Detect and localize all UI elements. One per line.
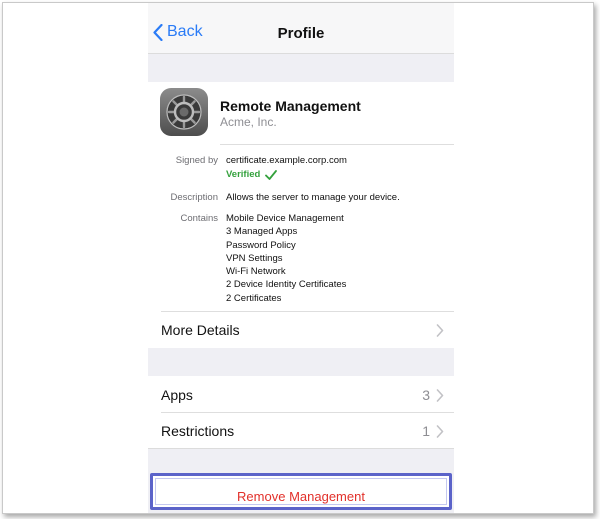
remove-management-label: Remove Management bbox=[237, 489, 365, 504]
section-spacer bbox=[148, 348, 454, 376]
chevron-right-icon bbox=[436, 389, 444, 402]
contains-item: Mobile Device Management bbox=[226, 213, 344, 224]
more-details-row[interactable]: More Details bbox=[148, 312, 454, 348]
description-value: Allows the server to manage your device. bbox=[226, 192, 400, 203]
contains-item: 2 Device Identity Certificates bbox=[226, 279, 347, 291]
profile-organization: Acme, Inc. bbox=[220, 115, 277, 129]
contains-item: VPN Settings bbox=[226, 252, 283, 264]
restrictions-row[interactable]: Restrictions 1 bbox=[148, 413, 454, 448]
section-spacer bbox=[148, 54, 454, 82]
chevron-right-icon bbox=[436, 425, 444, 438]
contains-label: Contains bbox=[180, 213, 219, 224]
apps-count: 3 bbox=[422, 387, 430, 403]
contains-item: 2 Certificates bbox=[226, 292, 282, 304]
signed-by-label: Signed by bbox=[175, 155, 218, 166]
settings-gear-icon bbox=[160, 88, 208, 136]
restrictions-count: 1 bbox=[422, 423, 430, 439]
navigation-bar: Back Profile bbox=[148, 3, 454, 54]
chevron-right-icon bbox=[436, 324, 444, 337]
signed-by-value: certificate.example.corp.com bbox=[226, 155, 347, 166]
description-label: Description bbox=[170, 192, 218, 203]
verified-label: Verified bbox=[226, 169, 261, 180]
contains-item: 3 Managed Apps bbox=[226, 226, 298, 238]
contains-list: Mobile Device Management 3 Managed Apps … bbox=[226, 212, 346, 305]
divider bbox=[220, 144, 454, 145]
contains-item: Password Policy bbox=[226, 239, 296, 251]
profile-name: Remote Management bbox=[220, 98, 361, 114]
profile-card: Remote Management Acme, Inc. Signed by c… bbox=[148, 82, 454, 349]
checkmark-icon bbox=[265, 169, 278, 180]
verified-status: Verified bbox=[226, 169, 278, 180]
apps-label: Apps bbox=[161, 387, 193, 403]
contains-item: Wi-Fi Network bbox=[226, 266, 286, 278]
restrictions-label: Restrictions bbox=[161, 423, 235, 439]
phone-screen: Back Profile Remote Management Acme, Inc… bbox=[148, 3, 454, 513]
screenshot-frame: Back Profile Remote Management Acme, Inc… bbox=[2, 2, 594, 514]
settings-group: Apps 3 Restrictions 1 bbox=[148, 376, 454, 449]
page-title: Profile bbox=[277, 25, 325, 42]
apps-row[interactable]: Apps 3 bbox=[148, 376, 454, 412]
more-details-label: More Details bbox=[161, 322, 240, 338]
remove-management-button[interactable]: Remove Management bbox=[150, 473, 452, 510]
